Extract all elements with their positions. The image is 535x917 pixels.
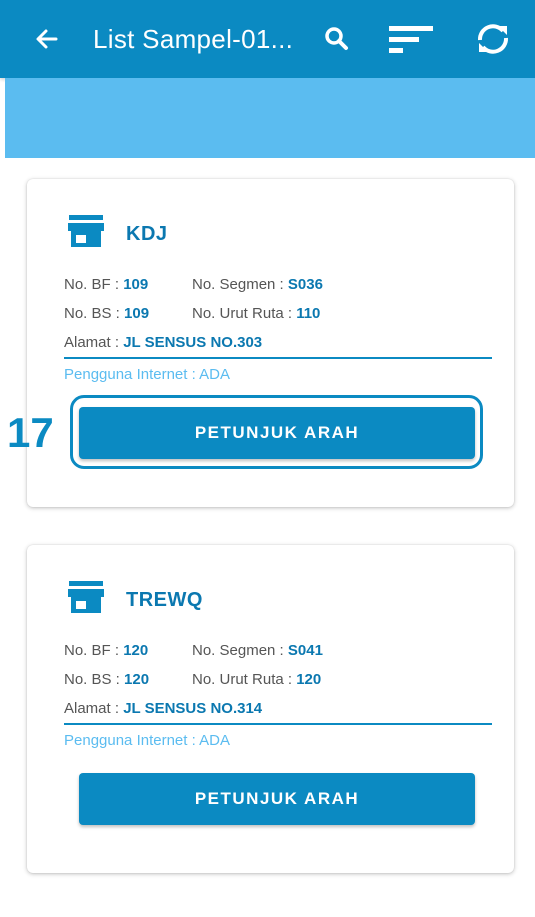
arrow-left-icon bbox=[36, 29, 58, 49]
directions-button[interactable]: PETUNJUK ARAH bbox=[79, 773, 475, 825]
header-banner bbox=[5, 78, 535, 158]
store-icon bbox=[68, 581, 104, 613]
sample-card: KDJ No. BF : 109 No. Segmen : S036 No. B… bbox=[27, 179, 514, 507]
internet-status: Pengguna Internet : ADA bbox=[64, 732, 230, 749]
ruta-number: No. Urut Ruta : 120 bbox=[192, 671, 322, 688]
directions-button[interactable]: PETUNJUK ARAH bbox=[79, 407, 475, 459]
page-title: List Sampel-01... bbox=[93, 24, 294, 54]
household-name: TREWQ bbox=[126, 589, 203, 611]
step-annotation: 17 bbox=[7, 409, 54, 456]
divider bbox=[64, 723, 492, 725]
search-button[interactable] bbox=[320, 22, 354, 56]
app-bar: List Sampel-01... bbox=[0, 0, 535, 78]
address: Alamat : JL SENSUS NO.303 bbox=[64, 334, 263, 351]
bf-number: No. BF : 120 bbox=[64, 642, 149, 659]
back-button[interactable] bbox=[30, 22, 64, 56]
bs-number: No. BS : 120 bbox=[64, 671, 150, 688]
search-icon bbox=[325, 27, 348, 50]
bs-number: No. BS : 109 bbox=[64, 305, 150, 322]
segmen-number: No. Segmen : S036 bbox=[192, 276, 323, 293]
sample-card: TREWQ No. BF : 120 No. Segmen : S041 No.… bbox=[27, 545, 514, 873]
sync-icon bbox=[478, 24, 508, 54]
sort-icon bbox=[389, 26, 433, 53]
ruta-number: No. Urut Ruta : 110 bbox=[192, 305, 321, 322]
bf-number: No. BF : 109 bbox=[64, 276, 149, 293]
store-icon bbox=[68, 215, 104, 247]
household-name: KDJ bbox=[126, 223, 168, 245]
segmen-number: No. Segmen : S041 bbox=[192, 642, 323, 659]
internet-status: Pengguna Internet : ADA bbox=[64, 366, 230, 383]
sort-button[interactable] bbox=[386, 22, 436, 56]
address: Alamat : JL SENSUS NO.314 bbox=[64, 700, 263, 717]
sync-button[interactable] bbox=[472, 20, 514, 58]
divider bbox=[64, 357, 492, 359]
